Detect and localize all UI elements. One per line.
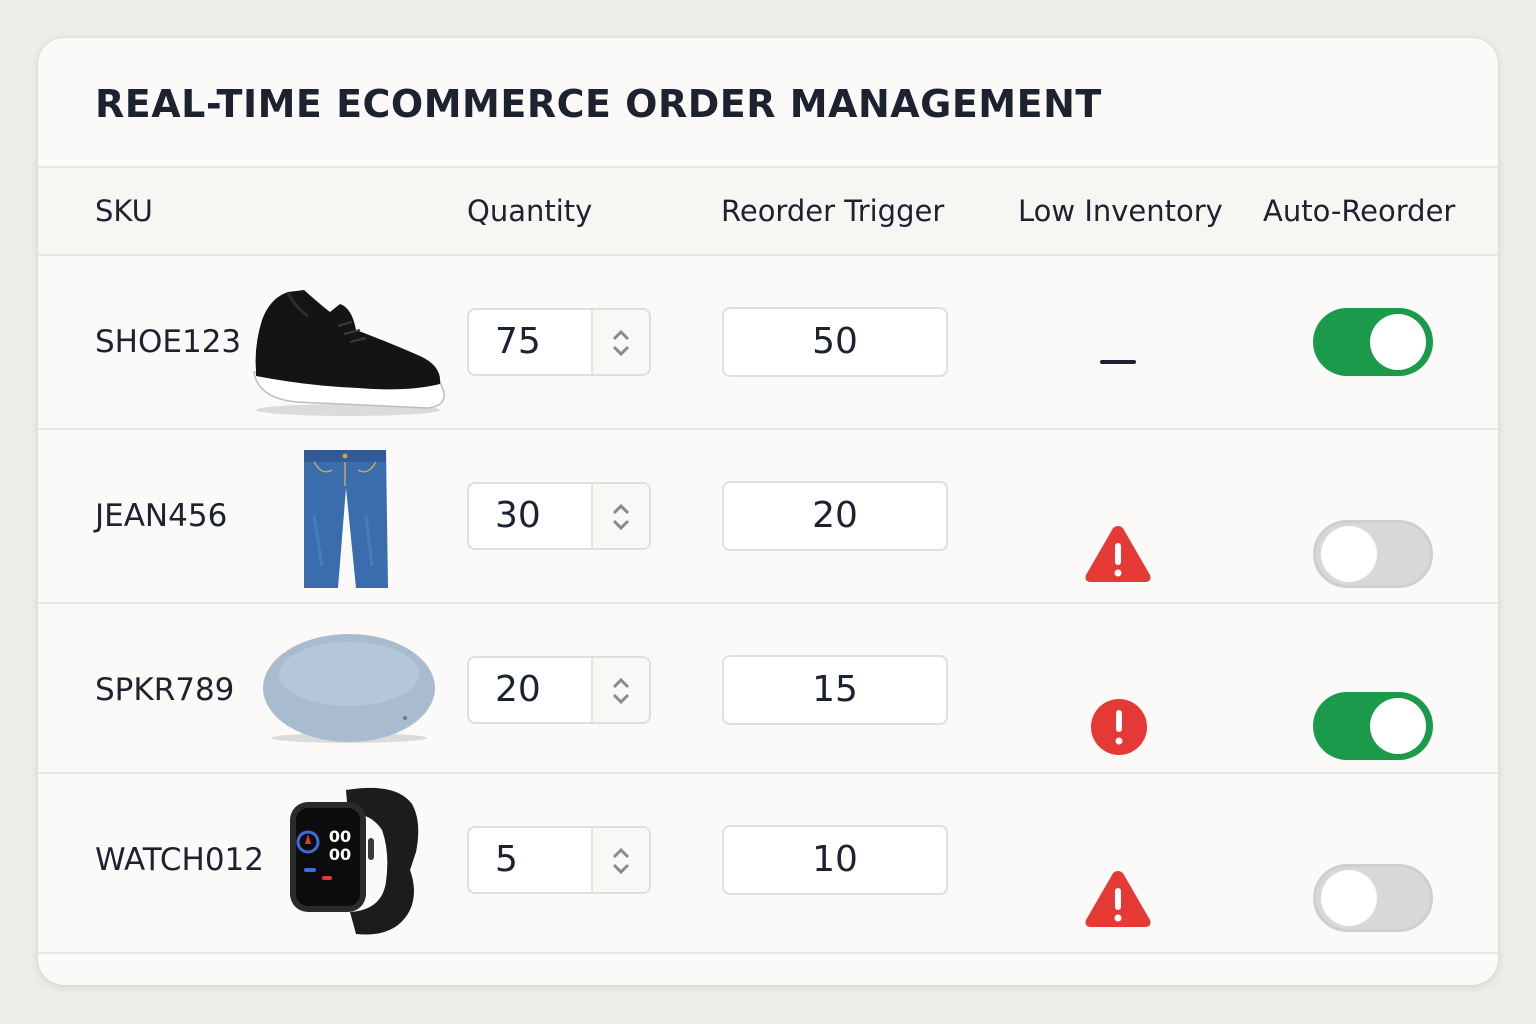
table-row: WATCH012 00 00 5 10 bbox=[38, 774, 1498, 946]
column-header-low-inventory[interactable]: Low Inventory bbox=[1018, 168, 1223, 254]
toggle-knob bbox=[1370, 698, 1426, 754]
column-header-quantity[interactable]: Quantity bbox=[467, 168, 592, 254]
toggle-knob bbox=[1321, 870, 1377, 926]
quantity-value[interactable]: 20 bbox=[495, 658, 541, 722]
sneaker-image bbox=[253, 290, 445, 416]
sku-label: SHOE123 bbox=[95, 324, 242, 360]
watch-minute-text: 00 bbox=[329, 845, 351, 864]
quantity-stepper[interactable]: 75 bbox=[467, 308, 651, 376]
auto-reorder-toggle[interactable] bbox=[1313, 692, 1433, 760]
dash-icon bbox=[1100, 360, 1136, 364]
sku-label: JEAN456 bbox=[95, 498, 228, 534]
stepper-arrows-icon bbox=[612, 503, 630, 531]
quantity-value[interactable]: 30 bbox=[495, 484, 541, 548]
table-row: SPKR789 20 15 bbox=[38, 604, 1498, 776]
stepper-arrows[interactable] bbox=[591, 484, 649, 548]
quantity-stepper[interactable]: 5 bbox=[467, 826, 651, 894]
quantity-value[interactable]: 75 bbox=[495, 310, 541, 374]
reorder-trigger-input[interactable]: 20 bbox=[722, 481, 948, 551]
quantity-stepper[interactable]: 30 bbox=[467, 482, 651, 550]
quantity-stepper[interactable]: 20 bbox=[467, 656, 651, 724]
jeans-image bbox=[304, 450, 388, 588]
warning-triangle-icon bbox=[1085, 526, 1151, 582]
quantity-value[interactable]: 5 bbox=[495, 828, 518, 892]
stepper-arrows-icon bbox=[612, 677, 630, 705]
table-row: JEAN456 30 20 bbox=[38, 430, 1498, 602]
sku-label: WATCH012 bbox=[95, 842, 265, 878]
reorder-trigger-input[interactable]: 15 bbox=[722, 655, 948, 725]
page-title: REAL-TIME ECOMMERCE ORDER MANAGEMENT bbox=[95, 82, 1102, 126]
toggle-knob bbox=[1370, 314, 1426, 370]
stepper-arrows-icon bbox=[612, 847, 630, 875]
stepper-arrows[interactable] bbox=[591, 828, 649, 892]
column-header-auto-reorder[interactable]: Auto-Reorder bbox=[1263, 168, 1455, 254]
auto-reorder-toggle[interactable] bbox=[1313, 864, 1433, 932]
auto-reorder-toggle[interactable] bbox=[1313, 308, 1433, 376]
stepper-arrows-icon bbox=[612, 329, 630, 357]
smartwatch-image: 00 00 bbox=[290, 787, 419, 935]
stepper-arrows[interactable] bbox=[591, 310, 649, 374]
table-header: SKU Quantity Reorder Trigger Low Invento… bbox=[38, 168, 1498, 254]
watch-hour-text: 00 bbox=[329, 827, 351, 846]
divider bbox=[38, 952, 1498, 954]
sku-label: SPKR789 bbox=[95, 672, 235, 708]
table-row: SHOE123 75 50 bbox=[38, 256, 1498, 428]
order-management-card: REAL-TIME ECOMMERCE ORDER MANAGEMENT SKU… bbox=[38, 38, 1498, 985]
alert-circle-icon bbox=[1091, 699, 1147, 755]
smart-speaker-image bbox=[263, 634, 435, 743]
stepper-arrows[interactable] bbox=[591, 658, 649, 722]
warning-triangle-icon bbox=[1085, 871, 1151, 927]
reorder-trigger-input[interactable]: 50 bbox=[722, 307, 948, 377]
column-header-sku[interactable]: SKU bbox=[95, 168, 153, 254]
auto-reorder-toggle[interactable] bbox=[1313, 520, 1433, 588]
toggle-knob bbox=[1321, 526, 1377, 582]
reorder-trigger-input[interactable]: 10 bbox=[722, 825, 948, 895]
column-header-reorder-trigger[interactable]: Reorder Trigger bbox=[721, 168, 944, 254]
